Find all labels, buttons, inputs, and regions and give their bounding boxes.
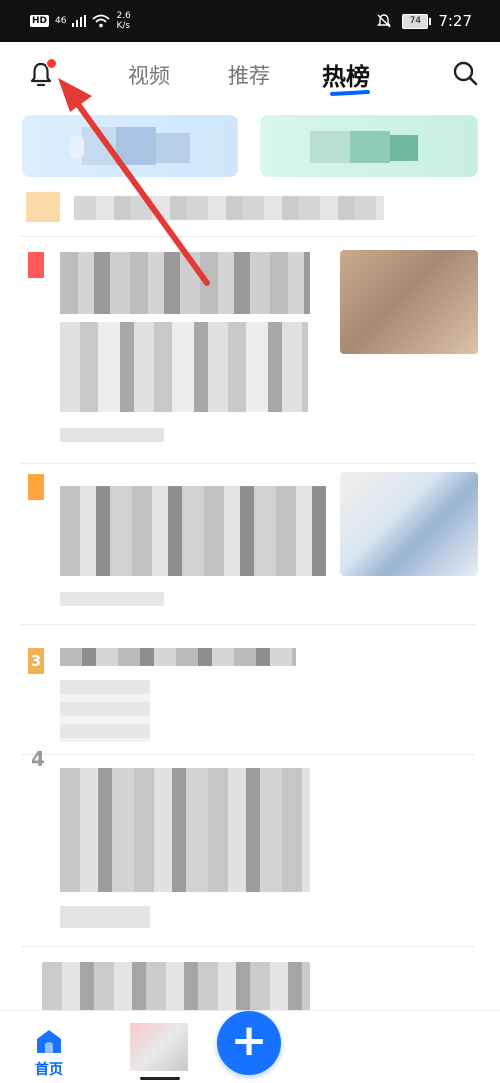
hd-badge: HD	[30, 15, 50, 27]
hot-item-3-meta	[60, 680, 150, 742]
home-tab-label[interactable]: 首页	[35, 1059, 63, 1079]
divider	[20, 236, 476, 237]
hot-item-5-title[interactable]	[42, 962, 310, 1010]
blurred-content	[350, 131, 390, 163]
rank-badge-2	[28, 474, 44, 500]
net-speed: 2.6 K/s	[116, 11, 130, 31]
blurred-content	[116, 127, 156, 165]
hot-item-2-meta	[60, 592, 164, 606]
hot-item-3-title[interactable]	[60, 648, 296, 666]
divider	[20, 624, 476, 625]
net-speed-value: 2.6	[116, 11, 131, 21]
banner-right[interactable]	[260, 115, 478, 177]
add-button[interactable]: +	[217, 1011, 281, 1075]
mute-bell-icon	[377, 14, 392, 28]
status-left: HD 46 2.6 K/s	[0, 11, 131, 31]
signal-strength: 46	[55, 16, 67, 26]
blurred-content	[82, 127, 116, 165]
blurred-content	[130, 1023, 188, 1071]
hot-item-2-title[interactable]	[60, 486, 326, 576]
banner-left[interactable]	[22, 115, 238, 177]
rank-badge-3: 3	[28, 648, 44, 674]
blurred-content	[310, 131, 350, 163]
status-bar: HD 46 2.6 K/s 74 7:27	[0, 0, 500, 42]
hot-item-4-meta	[60, 906, 150, 928]
divider	[20, 754, 476, 755]
hot-item-4-title[interactable]	[60, 768, 310, 892]
clock: 7:27	[438, 12, 472, 30]
top-nav: 视频 推荐 热榜	[0, 42, 500, 106]
blurred-content	[156, 133, 190, 163]
blurred-content	[26, 192, 60, 222]
wifi-icon	[92, 14, 111, 28]
rank-badge-4: 4	[31, 747, 45, 771]
tab-recommend[interactable]: 推荐	[228, 60, 270, 90]
notification-dot	[46, 58, 57, 69]
tab-hot-list[interactable]: 热榜	[322, 57, 370, 92]
notice-row[interactable]	[26, 192, 476, 222]
active-tab-indicator	[329, 89, 371, 97]
search-icon[interactable]	[452, 60, 478, 86]
blurred-content	[390, 135, 418, 161]
divider	[20, 946, 476, 947]
net-speed-unit: K/s	[116, 21, 131, 31]
bottom-nav: 首页 +	[0, 1010, 500, 1083]
blurred-content	[70, 135, 84, 159]
status-right: 74 7:27	[376, 12, 500, 30]
hot-item-1-thumbnail[interactable]	[340, 250, 478, 354]
battery-icon: 74	[402, 13, 432, 29]
rank-badge-1	[28, 252, 44, 278]
divider	[20, 463, 476, 464]
hot-item-1-meta	[60, 428, 164, 442]
signal-icon	[72, 15, 87, 27]
hot-item-2-thumbnail[interactable]	[340, 472, 478, 576]
hot-item-1-title[interactable]	[60, 252, 310, 314]
app-screen: HD 46 2.6 K/s 74 7:27 视频 推荐 热榜 3 4 首页 +	[0, 0, 500, 1083]
hot-item-1-excerpt[interactable]	[60, 322, 308, 412]
tab-video[interactable]: 视频	[128, 60, 170, 90]
home-icon[interactable]	[34, 1027, 64, 1055]
home-indicator	[140, 1077, 180, 1080]
blurred-content	[74, 196, 384, 220]
